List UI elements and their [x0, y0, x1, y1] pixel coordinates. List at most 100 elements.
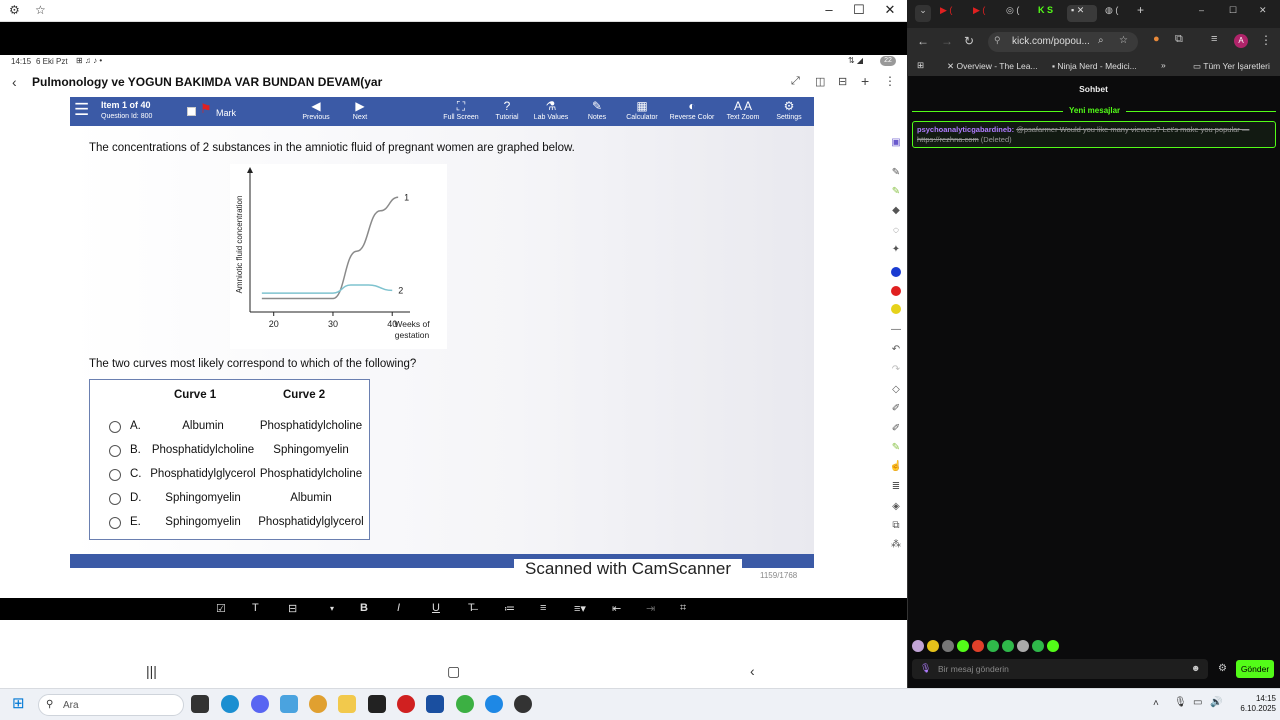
highlighter-icon[interactable]: ✎	[889, 185, 903, 199]
chrome-profile-icon[interactable]	[456, 695, 474, 713]
address-bar[interactable]: ⚲ kick.com/popou... ⌕ ☆	[988, 32, 1138, 52]
expand-icon[interactable]: ⤢	[791, 75, 800, 88]
active-tab[interactable]: ▪ ✕	[1067, 5, 1097, 22]
close-button[interactable]: ✕	[875, 2, 905, 18]
tab-3[interactable]: ◎ (	[1006, 5, 1019, 22]
app-icon-2[interactable]	[485, 695, 503, 713]
underline-button[interactable]: U	[432, 602, 440, 614]
new-tab-button[interactable]: +	[1137, 3, 1144, 20]
kick-tab[interactable]: K S	[1038, 5, 1053, 22]
browser-maximize-button[interactable]: ☐	[1229, 5, 1237, 22]
magic-icon[interactable]: ✦	[889, 243, 903, 257]
pointer-icon[interactable]: ☝	[889, 460, 903, 474]
home-icon[interactable]: ▢	[447, 663, 460, 680]
eraser-icon[interactable]: ◆	[889, 204, 903, 218]
profile-avatar[interactable]: A	[1234, 34, 1248, 48]
answer-option-e[interactable]: E. Sphingomyelin Phosphatidylglycerol	[90, 513, 369, 533]
extensions-icon[interactable]: ⧉	[1175, 33, 1183, 46]
marker-icon[interactable]: ✎	[889, 441, 903, 455]
site-info-icon[interactable]: ⚲	[994, 35, 1001, 46]
indent-button[interactable]: ⇥	[646, 602, 655, 615]
full-screen-button[interactable]: ⛶ Full Screen	[440, 97, 482, 126]
back-button[interactable]: ←	[917, 34, 929, 48]
chrome-icon[interactable]	[309, 695, 327, 713]
edge-icon[interactable]	[221, 695, 239, 713]
network-icon[interactable]: ▭	[1193, 697, 1202, 708]
color-yellow-swatch[interactable]	[891, 304, 901, 314]
app-icon[interactable]	[368, 695, 386, 713]
answer-option-b[interactable]: B. Phosphatidylcholine Sphingomyelin	[90, 441, 369, 461]
add-icon[interactable]: +	[861, 73, 869, 89]
notes-button[interactable]: ✎ Notes	[580, 97, 614, 126]
box-tool-icon[interactable]: ⊟	[288, 602, 297, 615]
menu-icon[interactable]: ☰	[74, 101, 89, 118]
more-icon[interactable]: ⋮	[884, 74, 896, 88]
numbered-list-button[interactable]: ≔	[504, 602, 515, 615]
checkbox-tool-icon[interactable]: ☑	[216, 602, 226, 615]
emote-icon[interactable]	[927, 640, 939, 652]
table-button[interactable]: ⌗	[680, 602, 686, 615]
bullet-list-button[interactable]: ≡	[540, 602, 546, 614]
emote-icon[interactable]	[957, 640, 969, 652]
draw-icon[interactable]: ✐	[889, 402, 903, 416]
browser-minimize-button[interactable]: –	[1199, 5, 1204, 22]
align-button[interactable]: ≡▾	[574, 602, 586, 615]
volume-icon[interactable]: 🔊	[1210, 697, 1222, 708]
microphone-icon[interactable]: 🎙	[920, 663, 931, 674]
emote-icon[interactable]	[1017, 640, 1029, 652]
google-tab[interactable]: ◍ (	[1105, 5, 1118, 22]
stamp-icon[interactable]: ◈	[889, 500, 903, 514]
emoji-icon[interactable]: ☻	[1191, 663, 1200, 673]
emote-icon[interactable]	[1047, 640, 1059, 652]
emote-icon[interactable]	[972, 640, 984, 652]
radio-button[interactable]	[109, 421, 121, 433]
bookmark-ninja-nerd[interactable]: ▪ Ninja Nerd - Medici...	[1052, 61, 1137, 71]
color-blue-swatch[interactable]	[891, 267, 901, 277]
outdent-button[interactable]: ⇤	[612, 602, 621, 615]
microphone-tray-icon[interactable]: 🎙	[1174, 697, 1187, 708]
lab-values-button[interactable]: ⚗ Lab Values	[530, 97, 572, 126]
settings-app-icon[interactable]	[280, 695, 298, 713]
reload-button[interactable]: ↻	[964, 34, 974, 48]
app-icon-3[interactable]	[514, 695, 532, 713]
media-icon[interactable]: ≡	[1211, 33, 1217, 45]
text-tool-icon[interactable]: T	[252, 602, 259, 614]
notebook-icon[interactable]: ▣	[889, 136, 903, 150]
text-icon[interactable]: ≣	[889, 480, 903, 494]
system-clock[interactable]: 14:15 6.10.2025	[1226, 694, 1276, 714]
zoom-icon[interactable]: ⌕	[1098, 35, 1104, 46]
recents-icon[interactable]: |||	[146, 663, 157, 679]
reader-icon[interactable]: ◫	[815, 75, 825, 88]
task-view-icon[interactable]	[191, 695, 209, 713]
tray-chevron-icon[interactable]: ˄	[1153, 698, 1159, 709]
store-icon[interactable]	[426, 695, 444, 713]
shape-icon[interactable]: ◇	[889, 383, 903, 397]
back-icon[interactable]: ‹	[750, 663, 755, 679]
bold-button[interactable]: B	[360, 602, 368, 614]
answer-option-c[interactable]: C. Phosphatidylglycerol Phosphatidylchol…	[90, 465, 369, 485]
emote-icon[interactable]	[1002, 640, 1014, 652]
previous-button[interactable]: ◀ Previous	[296, 97, 336, 126]
more-bookmarks-icon[interactable]: »	[1161, 60, 1166, 70]
minimize-button[interactable]: –	[814, 2, 844, 17]
pen-icon[interactable]: ✎	[889, 166, 903, 180]
bookmark-star-icon[interactable]: ☆	[1119, 35, 1128, 46]
discord-icon[interactable]	[251, 695, 269, 713]
answer-option-a[interactable]: A. Albumin Phosphatidylcholine	[90, 417, 369, 437]
color-red-swatch[interactable]	[891, 286, 901, 296]
emote-icon[interactable]	[942, 640, 954, 652]
forward-button[interactable]: →	[941, 34, 953, 48]
stroke-width-icon[interactable]: —	[889, 323, 903, 337]
back-arrow-icon[interactable]: ‹	[12, 74, 17, 90]
file-explorer-icon[interactable]	[338, 695, 356, 713]
tutorial-button[interactable]: ? Tutorial	[490, 97, 524, 126]
calculator-button[interactable]: ▦ Calculator	[622, 97, 662, 126]
windows-start-icon[interactable]: ⊞	[12, 696, 25, 712]
crop-icon[interactable]: ⧉	[889, 519, 903, 533]
reverse-color-button[interactable]: ◐ Reverse Color	[667, 97, 717, 126]
redo-icon[interactable]: ↷	[889, 363, 903, 377]
radio-button[interactable]	[109, 445, 121, 457]
browser-menu-icon[interactable]: ⋮	[1260, 33, 1272, 47]
extension-icon[interactable]: ●	[1153, 33, 1160, 45]
emote-icon[interactable]	[1032, 640, 1044, 652]
